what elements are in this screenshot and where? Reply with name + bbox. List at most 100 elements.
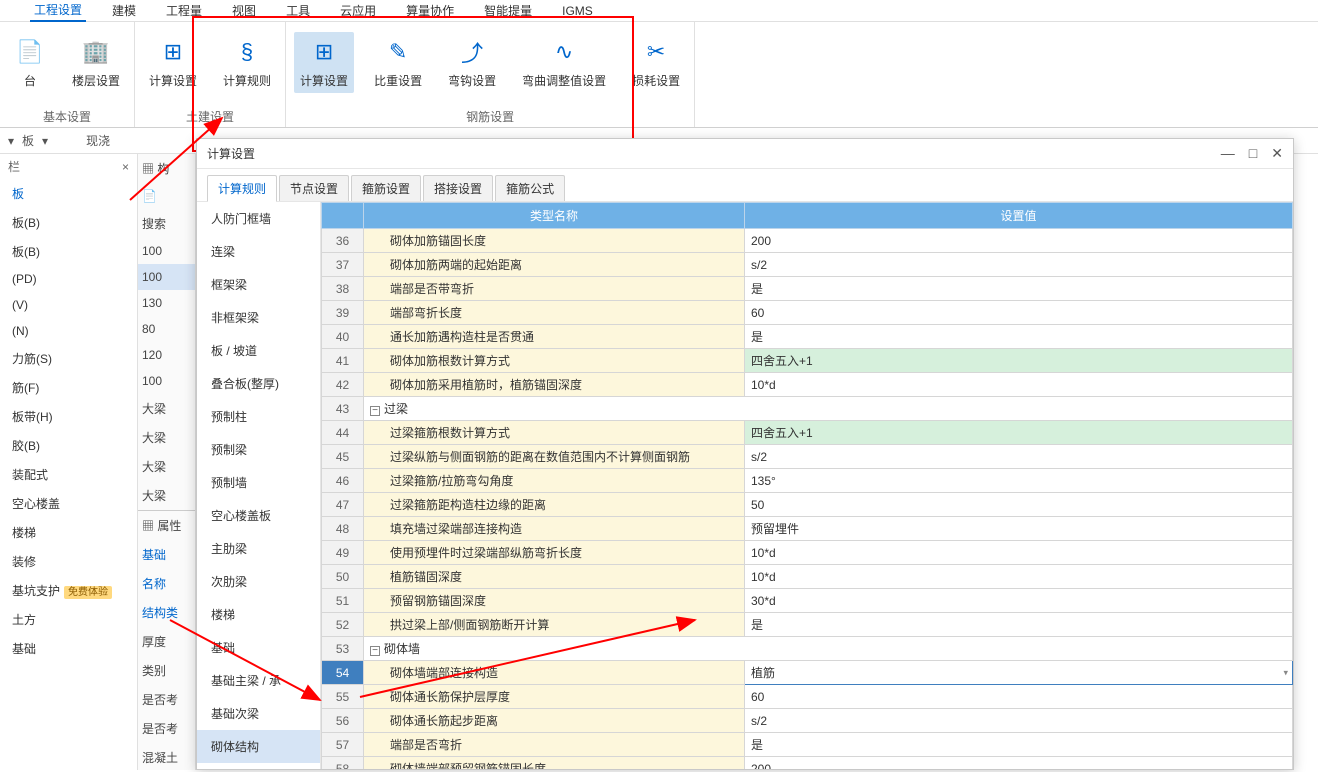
cat-空心楼盖板[interactable]: 空心楼盖板 [197,499,320,532]
row-num[interactable]: 41 [322,349,364,373]
left-item-土方[interactable]: 土方 [0,605,137,634]
cat-框架梁[interactable]: 框架梁 [197,268,320,301]
row-num[interactable]: 56 [322,709,364,733]
dlg-tab-节点设置[interactable]: 节点设置 [279,175,349,201]
left-item-楼梯[interactable]: 楼梯 [0,518,137,547]
filter-right[interactable]: 现浇 [86,132,110,149]
cat-叠合板(整厚)[interactable]: 叠合板(整厚) [197,367,320,400]
cat-板 / 坡道[interactable]: 板 / 坡道 [197,334,320,367]
left-item-胶(B)[interactable]: 胶(B) [0,431,137,460]
mid-item[interactable]: 100 [138,238,195,264]
row-value[interactable]: 是 [745,277,1293,301]
left-item-板[interactable]: 板 [0,179,137,208]
row-num[interactable]: 57 [322,733,364,757]
row-num[interactable]: 36 [322,229,364,253]
row-value[interactable]: 10*d [745,373,1293,397]
cat-基础主梁 / 承[interactable]: 基础主梁 / 承 [197,664,320,697]
row-num[interactable]: 49 [322,541,364,565]
attr-item[interactable]: 结构类 [138,598,195,627]
menu-IGMS[interactable]: IGMS [558,2,597,20]
row-num[interactable]: 37 [322,253,364,277]
mid-item[interactable]: 大梁 [138,481,195,510]
ribbon-btn-弯钩设置[interactable]: ⤴弯钩设置 [442,32,502,93]
left-item-板(B)[interactable]: 板(B) [0,237,137,266]
mid-item[interactable]: 100 [138,368,195,394]
cat-连梁[interactable]: 连梁 [197,235,320,268]
row-num[interactable]: 43 [322,397,364,421]
ribbon-btn-楼层设置[interactable]: 🏢楼层设置 [66,32,126,93]
menu-建模[interactable]: 建模 [108,0,140,21]
row-value[interactable]: 30*d [745,589,1293,613]
maximize-icon[interactable]: □ [1249,145,1257,162]
menu-视图[interactable]: 视图 [228,0,260,21]
menu-工程量[interactable]: 工程量 [162,0,206,21]
row-num[interactable]: 44 [322,421,364,445]
dlg-tab-箍筋设置[interactable]: 箍筋设置 [351,175,421,201]
collapse-icon[interactable]: − [370,646,380,656]
left-item-(N)[interactable]: (N) [0,318,137,344]
attr-item[interactable]: 名称 [138,569,195,598]
cat-预制墙[interactable]: 预制墙 [197,466,320,499]
cat-楼梯[interactable]: 楼梯 [197,598,320,631]
row-value[interactable]: 50 [745,493,1293,517]
row-value[interactable]: s/2 [745,709,1293,733]
row-num[interactable]: 52 [322,613,364,637]
cat-主肋梁[interactable]: 主肋梁 [197,532,320,565]
mid-item[interactable]: 大梁 [138,423,195,452]
row-num[interactable]: 55 [322,685,364,709]
row-num[interactable]: 51 [322,589,364,613]
row-value[interactable]: 预留埋件 [745,517,1293,541]
left-item-(V)[interactable]: (V) [0,292,137,318]
row-num[interactable]: 50 [322,565,364,589]
left-item-空心楼盖[interactable]: 空心楼盖 [0,489,137,518]
dlg-tab-箍筋公式[interactable]: 箍筋公式 [495,175,565,201]
left-item-板带(H)[interactable]: 板带(H) [0,402,137,431]
row-num[interactable]: 40 [322,325,364,349]
cat-预制梁[interactable]: 预制梁 [197,433,320,466]
attr-item[interactable]: 混凝土 [138,743,195,772]
row-value[interactable]: 60 [745,685,1293,709]
attr-item[interactable]: 类别 [138,656,195,685]
left-item-板(B)[interactable]: 板(B) [0,208,137,237]
row-value[interactable]: 60 [745,301,1293,325]
row-value[interactable]: 是 [745,733,1293,757]
left-item-装配式[interactable]: 装配式 [0,460,137,489]
row-num[interactable]: 53 [322,637,364,661]
menu-工程设置[interactable]: 工程设置 [30,0,86,22]
row-value[interactable]: s/2 [745,445,1293,469]
collapse-icon[interactable]: − [370,406,380,416]
left-item-(PD)[interactable]: (PD) [0,266,137,292]
mid-item[interactable]: 120 [138,342,195,368]
ribbon-btn-台[interactable]: 📄台 [8,32,52,93]
attr-item[interactable]: 是否考 [138,685,195,714]
dlg-tab-搭接设置[interactable]: 搭接设置 [423,175,493,201]
cat-其它[interactable]: 其它 [197,763,320,769]
ribbon-btn-计算设置[interactable]: ⊞计算设置 [143,32,203,93]
row-value[interactable]: s/2 [745,253,1293,277]
attr-item[interactable]: 是否考 [138,714,195,743]
row-value[interactable]: 200 [745,229,1293,253]
left-item-筋(F)[interactable]: 筋(F) [0,373,137,402]
row-num[interactable]: 48 [322,517,364,541]
row-value[interactable]: 10*d [745,565,1293,589]
mid-tool[interactable]: ▦ 构 [138,154,195,183]
left-item-装修[interactable]: 装修 [0,547,137,576]
left-item-基坑支护[interactable]: 基坑支护免费体验 [0,576,137,605]
row-num[interactable]: 39 [322,301,364,325]
row-value[interactable]: 四舍五入+1 [745,349,1293,373]
row-num[interactable]: 58 [322,757,364,770]
menu-算量协作[interactable]: 算量协作 [402,0,458,21]
dlg-tab-计算规则[interactable]: 计算规则 [207,175,277,202]
cat-非框架梁[interactable]: 非框架梁 [197,301,320,334]
menu-工具[interactable]: 工具 [282,0,314,21]
row-num[interactable]: 38 [322,277,364,301]
mid-tool[interactable]: 搜索 [138,209,195,238]
close-icon[interactable]: × [122,160,129,174]
row-num[interactable]: 54 [322,661,364,685]
mid-item[interactable]: 80 [138,316,195,342]
menu-云应用[interactable]: 云应用 [336,0,380,21]
row-value[interactable]: 四舍五入+1 [745,421,1293,445]
mid-item[interactable]: 大梁 [138,394,195,423]
left-item-基础[interactable]: 基础 [0,634,137,663]
row-value[interactable]: 10*d [745,541,1293,565]
